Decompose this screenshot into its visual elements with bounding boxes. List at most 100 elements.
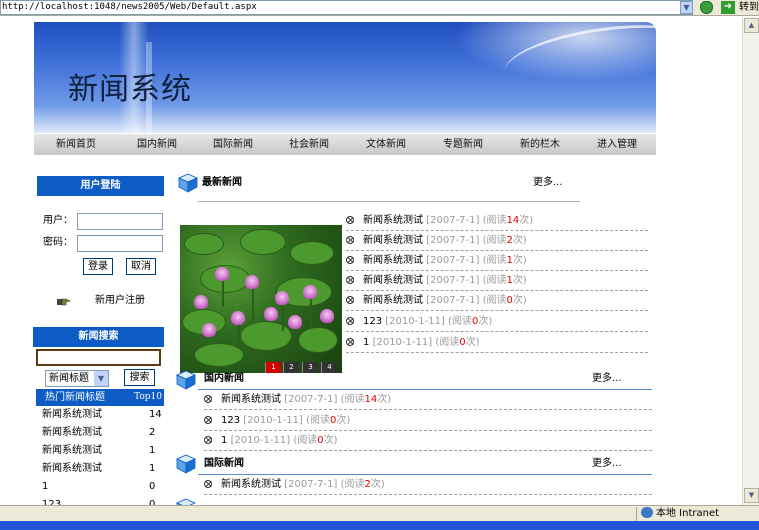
news-item-title[interactable]: 新闻系统测试 — [221, 479, 281, 490]
hot-news-item-title[interactable]: 123 — [42, 496, 61, 505]
news-item[interactable]: 新闻系统测试 [2007-7-1] (阅读0次) — [346, 291, 648, 311]
news-item-reads-suffix: 次 — [512, 255, 523, 266]
hot-news-row[interactable]: 1 0 — [36, 478, 164, 496]
news-item-date: [2010-1-11] — [230, 435, 291, 446]
address-dropdown-icon[interactable]: ▼ — [680, 1, 693, 14]
news-item-reads-prefix: 阅读 — [309, 415, 330, 426]
news-item[interactable]: 新闻系统测试 [2007-7-1] (阅读14次) — [346, 211, 648, 231]
news-item-title[interactable]: 新闻系统测试 — [363, 275, 423, 286]
news-item[interactable]: 新闻系统测试 [2007-7-1] (阅读1次) — [346, 251, 648, 271]
photo-stem — [310, 295, 312, 329]
password-input[interactable] — [77, 235, 163, 252]
bullet-icon — [346, 317, 354, 325]
news-item-title[interactable]: 新闻系统测试 — [363, 255, 423, 266]
hot-news-item-title[interactable]: 新闻系统测试 — [42, 406, 102, 424]
news-item-title[interactable]: 1 — [221, 435, 227, 446]
news-item[interactable]: 1 [2010-1-11] (阅读0次) — [204, 431, 652, 451]
bullet-icon — [346, 236, 354, 244]
hot-news-row[interactable]: 新闻系统测试 1 — [36, 460, 164, 478]
news-item[interactable]: 新闻系统测试 [2007-7-1] (阅读14次) — [204, 390, 652, 410]
news-item-reads-prefix: 阅读 — [486, 235, 507, 246]
news-item-title[interactable]: 1 — [363, 337, 369, 348]
login-button[interactable]: 登录 — [83, 258, 113, 275]
nav-home[interactable]: 新闻首页 — [56, 138, 96, 152]
news-item-reads-prefix: 阅读 — [486, 255, 507, 266]
hot-news-row[interactable]: 123 0 — [36, 496, 164, 505]
photo-stem — [282, 301, 284, 331]
hot-news-item-title[interactable]: 新闻系统测试 — [42, 424, 102, 442]
vertical-scrollbar[interactable]: ▲ ▼ — [742, 17, 759, 505]
news-item-title[interactable]: 新闻系统测试 — [363, 295, 423, 306]
photo-lily-pad — [298, 327, 338, 353]
nav-special[interactable]: 专题新闻 — [443, 138, 483, 152]
security-shield-icon[interactable] — [700, 1, 713, 14]
news-item-date: [2010-1-11] — [385, 316, 445, 327]
address-input[interactable]: http://localhost:1048/news2005/Web/Defau… — [0, 0, 693, 15]
nav-sports[interactable]: 文体新闻 — [366, 138, 406, 152]
hot-news-item-title[interactable]: 新闻系统测试 — [42, 442, 102, 460]
bullet-icon — [346, 276, 354, 284]
news-item[interactable]: 新闻系统测试 [2007-7-1] (阅读2次) — [204, 475, 652, 495]
international-news-more-link[interactable]: 更多... — [592, 457, 622, 471]
photo-flower — [231, 311, 245, 325]
bullet-icon — [346, 338, 354, 346]
nav-domestic[interactable]: 国内新闻 — [137, 138, 177, 152]
news-item-title[interactable]: 新闻系统测试 — [363, 215, 423, 226]
hot-news-item-count: 1 — [149, 463, 156, 474]
scroll-up-icon[interactable]: ▲ — [744, 18, 759, 33]
news-item[interactable]: 123 [2010-1-11] (阅读0次) — [204, 411, 652, 431]
nav-new-column[interactable]: 新的栏木 — [520, 138, 560, 152]
search-input[interactable] — [36, 349, 161, 366]
photo-page-button[interactable]: 3 — [302, 362, 318, 373]
photo-page-button[interactable]: 2 — [283, 362, 299, 373]
news-item-reads-suffix: 次 — [336, 415, 347, 426]
hot-news-item-title[interactable]: 新闻系统测试 — [42, 460, 102, 478]
register-link[interactable]: 新用户注册 — [95, 294, 145, 308]
news-item-date: [2007-7-1] — [284, 479, 338, 490]
news-item-date: [2007-7-1] — [426, 275, 480, 286]
search-type-select[interactable]: 新闻标题 ▼ — [45, 370, 109, 387]
news-item-reads-prefix: 阅读 — [439, 337, 460, 348]
nav-international[interactable]: 国际新闻 — [213, 138, 253, 152]
news-item-title[interactable]: 123 — [221, 415, 240, 426]
photo-page-button[interactable]: 4 — [321, 362, 337, 373]
news-item-title[interactable]: 新闻系统测试 — [363, 235, 423, 246]
globe-icon — [641, 507, 653, 518]
chevron-down-icon[interactable]: ▼ — [94, 371, 108, 386]
domestic-news-more-link[interactable]: 更多... — [592, 372, 622, 386]
nav-admin[interactable]: 进入管理 — [597, 138, 637, 152]
news-item-title[interactable]: 123 — [363, 316, 382, 327]
go-button[interactable]: 转到 — [739, 1, 759, 14]
hot-news-row[interactable]: 新闻系统测试 2 — [36, 424, 164, 442]
hot-news-row[interactable]: 新闻系统测试 14 — [36, 406, 164, 424]
news-item[interactable]: 123 [2010-1-11] (阅读0次) — [346, 312, 648, 332]
cancel-button[interactable]: 取消 — [126, 258, 156, 275]
news-item-title[interactable]: 新闻系统测试 — [221, 394, 281, 405]
news-item[interactable]: 1 [2010-1-11] (阅读0次) — [346, 333, 648, 353]
news-item-date: [2007-7-1] — [426, 295, 480, 306]
photo-page-button[interactable]: 1 — [265, 362, 281, 373]
hot-news-item-title[interactable]: 1 — [42, 478, 48, 496]
news-item[interactable]: 新闻系统测试 [2007-7-1] (阅读1次) — [346, 271, 648, 291]
news-item-reads-close: ) — [529, 215, 534, 226]
hot-news-row[interactable]: 新闻系统测试 1 — [36, 442, 164, 460]
username-input[interactable] — [77, 213, 163, 230]
photo-flower — [288, 315, 302, 329]
news-item[interactable]: 新闻系统测试 [2007-7-1] (阅读2次) — [346, 231, 648, 251]
news-item-reads-suffix: 次 — [512, 275, 523, 286]
bullet-icon — [204, 416, 212, 424]
scroll-down-icon[interactable]: ▼ — [744, 488, 759, 503]
go-arrow-icon[interactable]: ➜ — [721, 1, 735, 14]
news-item-date: [2010-1-11] — [243, 415, 303, 426]
news-item-reads-suffix: 次 — [512, 295, 523, 306]
news-item-reads-prefix: 阅读 — [451, 316, 472, 327]
address-bar: http://localhost:1048/news2005/Web/Defau… — [0, 0, 759, 16]
news-item-date: [2007-7-1] — [426, 215, 480, 226]
latest-news-more-link[interactable]: 更多... — [533, 176, 563, 190]
nav-society[interactable]: 社会新闻 — [289, 138, 329, 152]
news-photo[interactable]: 1 2 3 4 — [180, 225, 342, 373]
photo-flower — [320, 309, 334, 323]
news-item-reads-close: ) — [522, 255, 527, 266]
search-button[interactable]: 搜索 — [124, 369, 155, 386]
web-page: 新闻系统 新闻首页 国内新闻 国际新闻 社会新闻 文体新闻 专题新闻 新的栏木 … — [0, 17, 742, 505]
